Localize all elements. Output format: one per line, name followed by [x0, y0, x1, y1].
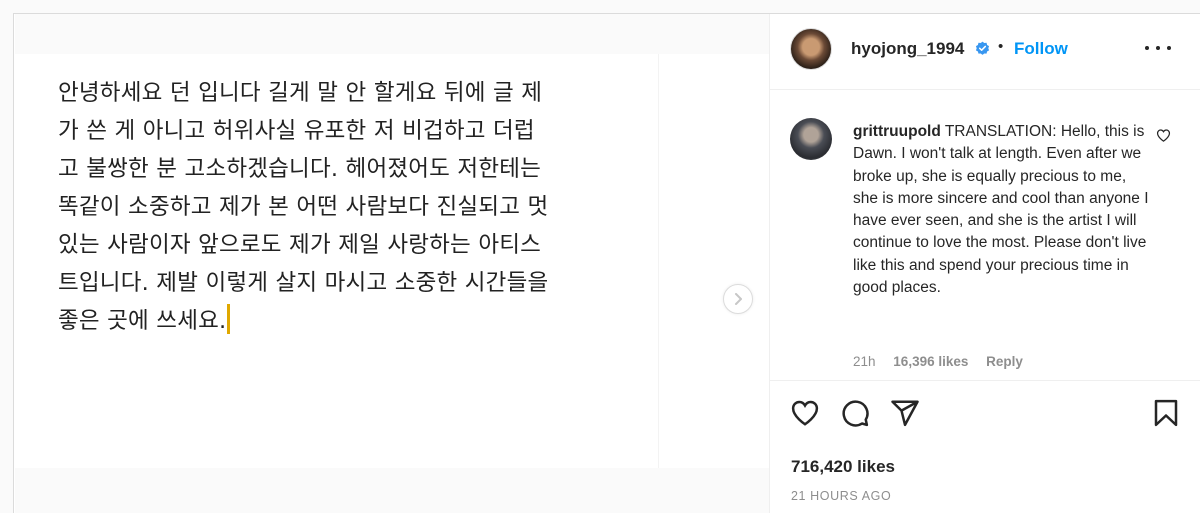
comment-like-icon[interactable] — [1156, 128, 1171, 143]
verified-badge-icon — [975, 41, 990, 55]
likes-count[interactable]: 716,420 likes — [791, 457, 895, 477]
comment-likes[interactable]: 16,396 likes — [893, 354, 968, 369]
send-icon[interactable] — [890, 398, 920, 428]
comment-item: grittruupold TRANSLATION: Hello, this is… — [770, 90, 1200, 374]
image-edge — [658, 54, 659, 468]
comment-time: 21h — [853, 354, 876, 369]
commenter-username[interactable]: grittruupold — [853, 123, 941, 140]
post-image-text: 안녕하세요 던 입니다 길게 말 안 할게요 뒤에 글 제 가 쓴 게 아니고 … — [58, 74, 618, 340]
follow-button[interactable]: Follow — [1014, 39, 1068, 59]
comment-text: TRANSLATION: Hello, this is Dawn. I won'… — [853, 123, 1149, 297]
action-bar: 716,420 likes 21 HOURS AGO — [770, 380, 1200, 503]
author-avatar[interactable] — [790, 28, 832, 70]
more-options-icon[interactable] — [1145, 44, 1171, 52]
next-slide-button[interactable] — [723, 284, 753, 314]
post-container: 안녕하세요 던 입니다 길게 말 안 할게요 뒤에 글 제 가 쓴 게 아니고 … — [13, 13, 1200, 513]
header-separator: • — [998, 38, 1004, 55]
text-cursor — [227, 304, 231, 334]
comment-meta: 21h 16,396 likes Reply — [853, 354, 1037, 369]
post-media: 안녕하세요 던 입니다 길게 말 안 할게요 뒤에 글 제 가 쓴 게 아니고 … — [15, 14, 769, 513]
comment-icon[interactable] — [840, 398, 870, 428]
side-panel: hyojong_1994 • Follow grittruupold TRANS… — [769, 14, 1200, 513]
commenter-avatar[interactable] — [790, 118, 832, 160]
author-username[interactable]: hyojong_1994 — [851, 39, 964, 59]
post-timestamp[interactable]: 21 HOURS AGO — [791, 489, 891, 503]
chevron-right-icon — [735, 293, 742, 305]
heart-icon[interactable] — [790, 398, 820, 428]
bookmark-icon[interactable] — [1151, 398, 1181, 428]
korean-text: 안녕하세요 던 입니다 길게 말 안 할게요 뒤에 글 제 가 쓴 게 아니고 … — [58, 80, 549, 334]
post-header: hyojong_1994 • Follow — [770, 14, 1200, 90]
reply-button[interactable]: Reply — [986, 354, 1023, 369]
post-image[interactable]: 안녕하세요 던 입니다 길게 말 안 할게요 뒤에 글 제 가 쓴 게 아니고 … — [15, 54, 769, 468]
comment-body: grittruupold TRANSLATION: Hello, this is… — [853, 121, 1153, 299]
